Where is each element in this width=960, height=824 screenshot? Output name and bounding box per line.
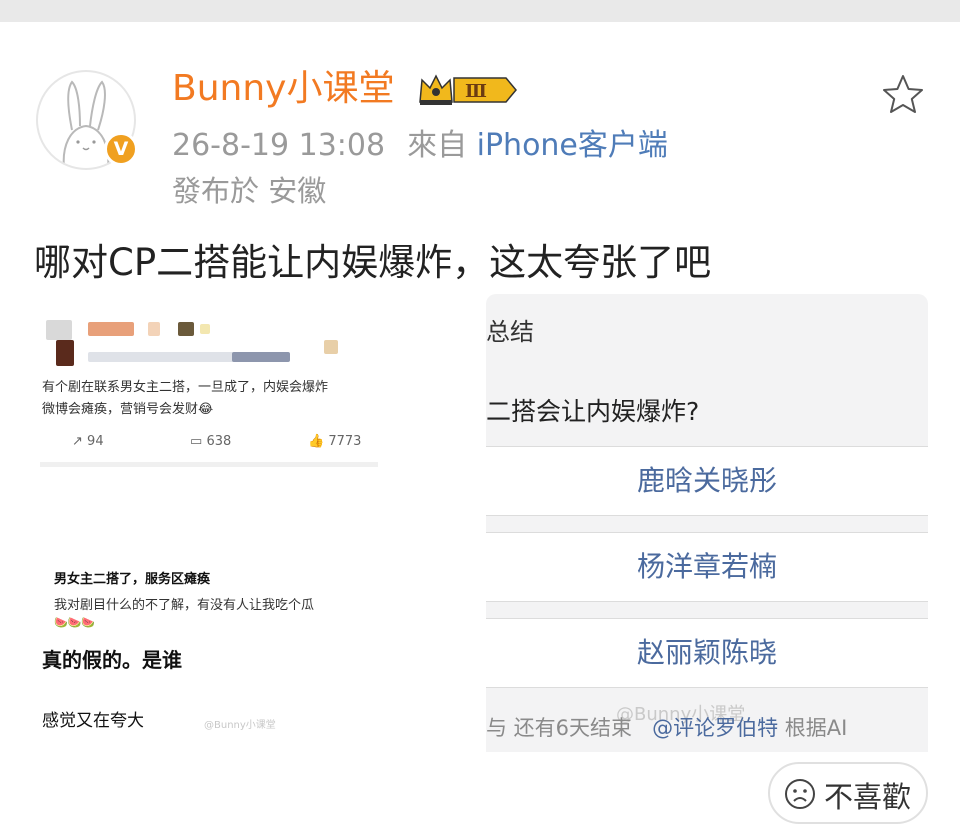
repost-stat: ↗ 94 bbox=[72, 434, 104, 449]
repost-icon: ↗ bbox=[72, 434, 83, 449]
comment-2: 感觉又在夸大 bbox=[42, 711, 144, 731]
blurred-block bbox=[200, 324, 210, 334]
dislike-label: 不喜歡 bbox=[824, 780, 912, 814]
post-source-link[interactable]: iPhone客户端 bbox=[477, 128, 668, 163]
poll-footer-link[interactable]: @评论罗伯特 bbox=[652, 716, 778, 740]
post-username[interactable]: Bunny小课堂 bbox=[172, 66, 394, 112]
watermelon-emojis: 🍉🍉🍉 bbox=[54, 616, 96, 629]
comment-1: 真的假的。是谁 bbox=[42, 648, 182, 672]
dislike-button[interactable]: 不喜歡 bbox=[768, 762, 928, 824]
like-stat: 👍 7773 bbox=[308, 434, 361, 449]
comment-count: 638 bbox=[206, 434, 232, 449]
quoted-line-2: 微博会瘫痪，营销号会发财😂 bbox=[42, 402, 214, 417]
verified-v-icon: V bbox=[104, 132, 138, 166]
comment-stat: ▭ 638 bbox=[190, 434, 231, 449]
poll-header: 总结 bbox=[486, 318, 534, 346]
poll-option-3[interactable]: 赵丽颖陈晓 bbox=[486, 618, 928, 688]
post-location: 發布於 安徽 bbox=[172, 174, 327, 208]
blurred-avatar-dark bbox=[56, 340, 74, 366]
sad-face-icon bbox=[785, 779, 815, 809]
poll-footer: 与 还有6天结束 @评论罗伯特 根据AI bbox=[486, 712, 847, 742]
quoted-heading: 男女主二搭了，服务区瘫痪 bbox=[54, 572, 211, 587]
repost-count: 94 bbox=[87, 434, 104, 449]
divider bbox=[40, 462, 378, 467]
quoted-line-1: 有个剧在联系男女主二搭，一旦成了，内娱会爆炸 bbox=[42, 380, 329, 395]
blurred-avatar bbox=[46, 320, 72, 340]
comment-icon: ▭ bbox=[190, 434, 203, 449]
right-screenshot-poll[interactable]: 总结 二搭会让内娱爆炸? 鹿晗关晓彤 杨洋章若楠 赵丽颖陈晓 @Bunny小课堂… bbox=[486, 294, 928, 752]
poll-footer-note: 根据AI bbox=[784, 716, 848, 740]
blurred-username bbox=[88, 322, 134, 336]
like-count: 7773 bbox=[328, 434, 362, 449]
thumbs-up-icon: 👍 bbox=[308, 434, 325, 449]
level-badge-text: Ⅲ bbox=[465, 81, 487, 102]
top-divider-band bbox=[0, 0, 960, 22]
blurred-block bbox=[148, 322, 160, 336]
poll-option-2[interactable]: 杨洋章若楠 bbox=[486, 532, 928, 602]
watermark-left: @Bunny小课堂 bbox=[204, 720, 276, 731]
poll-option-1[interactable]: 鹿晗关晓彤 bbox=[486, 446, 928, 516]
blurred-meta bbox=[232, 352, 290, 362]
post-text: 哪对CP二搭能让内娱爆炸，这太夸张了吧 bbox=[34, 241, 712, 284]
star-outline-icon[interactable] bbox=[880, 72, 926, 118]
left-screenshot-image[interactable]: 有个剧在联系男女主二搭，一旦成了，内娱会爆炸 微博会瘫痪，营销号会发财😂 ↗ 9… bbox=[32, 310, 452, 750]
quoted-line-3: 我对剧目什么的不了解，有没有人让我吃个瓜 bbox=[54, 598, 315, 613]
blurred-block bbox=[324, 340, 338, 354]
post-meta: 26-8-19 13:08 來自 iPhone客户端 bbox=[172, 126, 668, 166]
source-prefix: 來自 bbox=[407, 128, 468, 163]
poll-footer-status: 与 还有6天结束 bbox=[486, 716, 633, 740]
blurred-block bbox=[178, 322, 194, 336]
crown-level-icon: Ⅲ bbox=[419, 74, 517, 105]
poll-question: 二搭会让内娱爆炸? bbox=[486, 397, 700, 426]
post-timestamp: 26-8-19 13:08 bbox=[172, 128, 386, 163]
